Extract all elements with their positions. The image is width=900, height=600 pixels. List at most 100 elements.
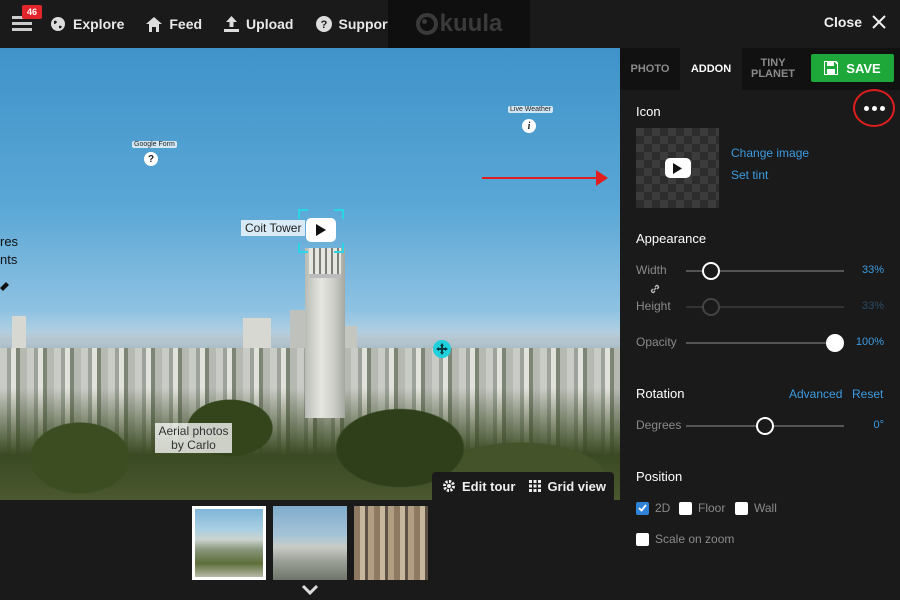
thumbnail-2[interactable] [273,506,347,580]
appearance-section-title: Appearance [636,231,707,246]
position-wall-label: Wall [754,501,777,515]
more-dot [879,105,885,111]
tab-tiny-planet-label: TINY PLANET [751,57,795,80]
save-label: SAVE [846,60,881,76]
svg-text:?: ? [320,19,327,31]
tab-tiny-planet[interactable]: TINY PLANET [742,48,804,90]
tab-photo[interactable]: PHOTO [620,48,680,90]
icon-preview-play [664,158,691,178]
edge-text-line2: nts [0,252,18,267]
position-floor-option[interactable]: Floor [679,501,725,515]
position-2d-option[interactable]: 2D [636,501,670,515]
position-2d-label: 2D [655,501,671,515]
info-icon[interactable]: i [522,119,536,133]
opacity-slider-track[interactable] [686,342,844,344]
addon-panel: PHOTO ADDON TINY PLANET SAVE Icon Change… [620,48,900,600]
nav-feed-label: Feed [169,16,203,32]
reset-link[interactable]: Reset [852,387,883,401]
rotation-section-title: Rotation [636,386,685,401]
height-slider-handle[interactable] [702,298,720,316]
help-icon: ? [315,16,332,32]
position-floor-label: Floor [698,501,726,515]
close-button[interactable]: Close [824,14,886,30]
nav-support-label: Support [338,16,393,32]
chevron-down-icon[interactable] [301,584,319,596]
question-glyph: ? [147,153,155,165]
question-icon[interactable]: ? [144,152,158,166]
more-dots-icon [863,105,869,111]
close-label: Close [823,14,862,30]
change-image-link[interactable]: Change image [731,146,809,160]
degrees-value: 0° [873,419,884,431]
thumbnail-image [354,506,428,580]
advanced-link[interactable]: Advanced [789,387,842,401]
tour-toolbar: Edit tour Grid view [432,472,614,500]
close-icon [872,15,886,29]
play-icon [673,162,682,174]
height-label: Height [636,299,671,313]
nav-feed[interactable]: Feed [146,16,202,32]
edge-text-line1: res [0,234,19,249]
grid-view-button[interactable]: Grid view [529,479,606,494]
nav-explore-label: Explore [73,16,125,32]
nav-explore[interactable]: Explore [50,16,124,32]
height-value: 33% [861,300,884,312]
red-arrow-annotation [482,170,608,186]
home-icon [146,16,163,32]
menu-button[interactable]: 46 [12,5,43,34]
tab-addon[interactable]: ADDON [680,48,742,90]
thumbnail-3[interactable] [354,506,428,580]
width-slider-handle[interactable] [702,262,720,280]
aerial-line1: Aerial photos [158,424,229,438]
grid-view-label: Grid view [547,478,606,494]
icon-section-title: Icon [636,104,661,119]
kuula-logo[interactable]: kuula [388,0,530,48]
set-tint-link[interactable]: Set tint [731,168,768,182]
width-value: 33% [861,264,884,276]
position-section-title: Position [636,469,683,484]
selection-corner [298,209,308,219]
notification-badge: 46 [22,5,43,19]
width-label: Width [636,263,667,277]
scale-on-zoom-option[interactable]: Scale on zoom [636,532,734,546]
hotspot-label-google-form: Google Form [132,141,177,148]
aerial-line2: by Carlo [171,438,216,452]
move-arrows-icon [436,343,448,355]
thumbnail-1[interactable] [192,506,266,580]
panorama-viewer[interactable]: res nts Google Form ? Live Weather i Coi… [0,48,620,500]
check-icon [638,504,647,512]
checkbox-wall[interactable] [735,501,748,515]
link-icon[interactable] [649,283,661,295]
menu-icon-bar [12,22,32,25]
globe-icon [51,17,65,31]
main-nav: Explore Feed Upload ? Support [34,0,392,48]
checkbox-scale-on-zoom[interactable] [636,532,649,546]
nav-upload-label: Upload [246,16,294,32]
degrees-slider-handle[interactable] [756,417,774,435]
hotspot-label-live-weather: Live Weather [508,106,554,113]
nav-support[interactable]: ? Support [315,16,393,32]
nav-upload[interactable]: Upload [224,16,294,32]
gear-icon [443,480,455,492]
save-button[interactable]: SAVE [811,54,894,82]
position-wall-option[interactable]: Wall [735,501,777,515]
tab-photo-label: PHOTO [630,62,670,75]
video-hotspot[interactable] [306,218,336,242]
more-options-button[interactable] [853,89,895,127]
top-bar: 46 Explore Feed Upload ? Support kuula C… [0,0,900,48]
tab-addon-label: ADDON [690,62,732,75]
checkbox-floor[interactable] [679,501,692,515]
move-handle-icon[interactable] [433,340,451,358]
thumbnail-image [195,509,263,577]
edit-tour-button[interactable]: Edit tour [442,479,515,494]
opacity-slider-handle[interactable] [826,334,844,352]
icon-preview[interactable] [636,128,719,208]
selection-corner [334,243,344,253]
logo-text: kuula [439,10,503,37]
thumbnail-image [273,506,347,580]
hotspot-label-coit-tower: Coit Tower [241,220,306,236]
more-dot [871,105,877,111]
checkbox-2d[interactable] [636,501,649,515]
menu-icon-bar [12,28,32,31]
selection-corner [298,243,308,253]
